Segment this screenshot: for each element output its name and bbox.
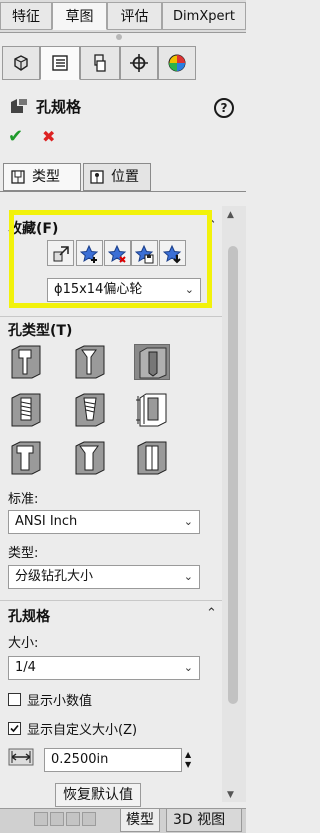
- property-manager-icon: [52, 55, 68, 71]
- size-select-value: 1/4: [15, 660, 36, 675]
- checkmark-icon: [10, 724, 19, 733]
- hole-type-title: 孔类型(T): [8, 323, 73, 339]
- diameter-input[interactable]: 0.2500in: [44, 748, 182, 772]
- countersink-slot-icon: [75, 441, 105, 475]
- standard-label: 标准:: [8, 492, 39, 507]
- favorites-highlight-frame: [9, 210, 212, 308]
- display-manager-icon: [168, 54, 186, 72]
- page-title: 孔规格: [36, 98, 82, 116]
- command-manager-tabs: 特征 草图 评估 DimXpert: [0, 0, 246, 33]
- legacy-hole-icon: [136, 393, 167, 427]
- tab-dimxpert[interactable]: DimXpert: [162, 2, 246, 30]
- chevron-down-icon: ⌄: [183, 661, 193, 674]
- first-sheet-icon[interactable]: [34, 812, 48, 826]
- position-icon: [90, 170, 104, 184]
- tab-position-label: 位置: [111, 169, 139, 185]
- hole-type-icon: [11, 170, 25, 184]
- counterbore-slot-icon: [11, 441, 41, 475]
- panel-grip-dot[interactable]: [116, 34, 122, 40]
- chevron-down-icon: ⌄: [183, 570, 193, 583]
- tab-divider: [0, 191, 246, 192]
- show-decimal-checkbox[interactable]: [8, 693, 21, 706]
- type-label: 类型:: [8, 546, 39, 561]
- tab-3d-view[interactable]: 3D 视图: [166, 808, 242, 832]
- countersink-tile[interactable]: [72, 344, 108, 380]
- hole-spec-collapse-icon[interactable]: ⌃: [206, 606, 217, 621]
- spin-up-icon[interactable]: ▲: [185, 750, 191, 759]
- hole-type-divider: [0, 316, 222, 317]
- scroll-down-icon[interactable]: ▼: [227, 790, 234, 800]
- slot-icon: [137, 441, 167, 475]
- type-select-value: 分级钻孔大小: [15, 569, 94, 584]
- configuration-manager-icon: [94, 54, 106, 72]
- tapered-tap-icon: [75, 393, 105, 427]
- tab-evaluate[interactable]: 评估: [107, 2, 162, 30]
- tab-type-label: 类型: [32, 169, 60, 185]
- slot-tile[interactable]: [134, 440, 170, 476]
- cancel-button[interactable]: ✖: [42, 127, 55, 146]
- straight-tap-tile[interactable]: [8, 392, 44, 428]
- tab-position[interactable]: 位置: [83, 163, 151, 191]
- scroll-up-icon[interactable]: ▲: [227, 210, 234, 220]
- show-decimal-label: 显示小数值: [27, 694, 93, 709]
- standard-select-value: ANSI Inch: [15, 514, 78, 529]
- tab-sketch[interactable]: 草图: [52, 2, 107, 30]
- hole-wizard-icon: [11, 99, 27, 113]
- hole-tile[interactable]: [134, 344, 170, 380]
- diameter-spinner[interactable]: ▲ ▼: [184, 748, 194, 772]
- straight-tap-icon: [11, 393, 41, 427]
- spin-down-icon[interactable]: ▼: [185, 760, 191, 769]
- type-select[interactable]: 分级钻孔大小 ⌄: [8, 565, 200, 589]
- show-custom-size-checkbox[interactable]: [8, 722, 21, 735]
- tab-type[interactable]: 类型: [3, 163, 81, 191]
- diameter-icon: [8, 748, 34, 766]
- tab-features[interactable]: 特征: [0, 2, 52, 30]
- size-select[interactable]: 1/4 ⌄: [8, 656, 200, 680]
- ok-button[interactable]: ✔: [8, 126, 23, 147]
- standard-select[interactable]: ANSI Inch ⌄: [8, 510, 200, 534]
- display-manager-tab[interactable]: [158, 46, 196, 80]
- size-label: 大小:: [8, 636, 39, 651]
- legacy-hole-tile[interactable]: [134, 392, 170, 428]
- scrollbar-thumb[interactable]: [228, 246, 238, 704]
- countersink-icon: [75, 345, 105, 379]
- diameter-value: 0.2500in: [51, 752, 109, 767]
- hole-icon: [139, 347, 167, 379]
- tab-model[interactable]: 模型: [120, 808, 160, 832]
- countersink-slot-tile[interactable]: [72, 440, 108, 476]
- dimxpert-manager-tab[interactable]: [120, 46, 158, 80]
- chevron-down-icon: ⌄: [183, 515, 193, 528]
- counterbore-icon: [11, 345, 41, 379]
- last-sheet-icon[interactable]: [82, 812, 96, 826]
- hole-spec-divider: [0, 600, 222, 601]
- restore-defaults-button[interactable]: 恢复默认值: [55, 783, 141, 807]
- show-custom-size-label: 显示自定义大小(Z): [27, 723, 138, 738]
- property-manager-tab[interactable]: [40, 46, 80, 80]
- prev-sheet-icon[interactable]: [50, 812, 64, 826]
- help-icon[interactable]: ?: [214, 98, 234, 118]
- counterbore-tile[interactable]: [8, 344, 44, 380]
- feature-manager-icon: [14, 55, 28, 71]
- hole-spec-title: 孔规格: [8, 609, 50, 625]
- configuration-manager-tab[interactable]: [80, 46, 120, 80]
- dimxpert-manager-icon: [130, 54, 148, 72]
- counterbore-slot-tile[interactable]: [8, 440, 44, 476]
- feature-manager-tab[interactable]: [2, 46, 40, 80]
- next-sheet-icon[interactable]: [66, 812, 80, 826]
- tapered-tap-tile[interactable]: [72, 392, 108, 428]
